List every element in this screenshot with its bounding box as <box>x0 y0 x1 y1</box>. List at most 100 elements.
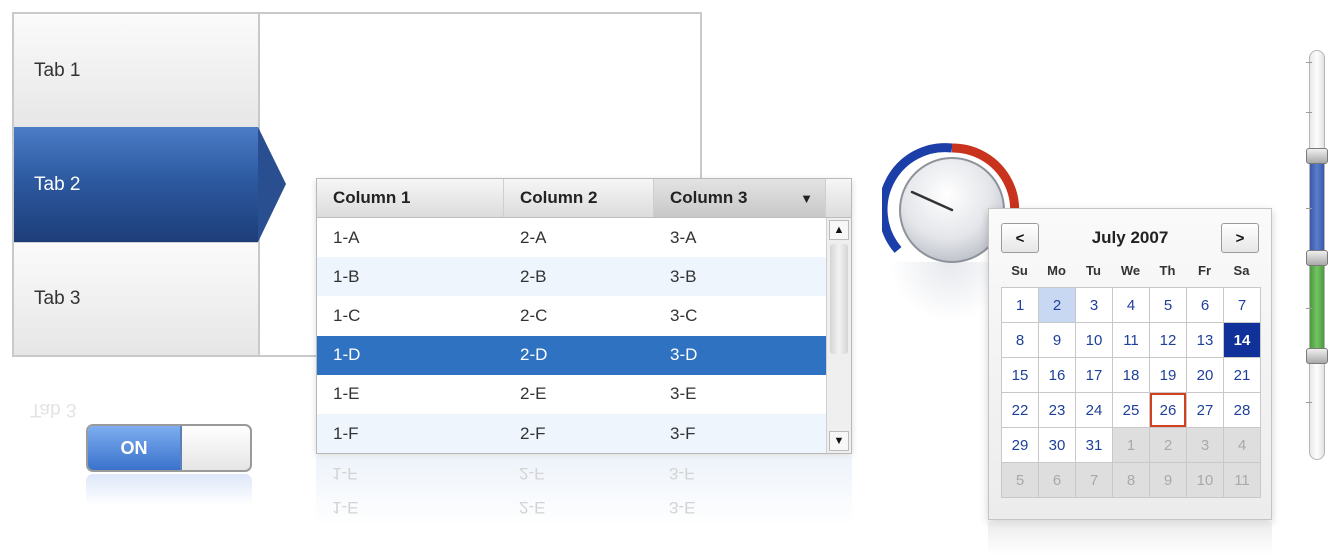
calendar-day[interactable]: 12 <box>1150 323 1187 358</box>
on-off-toggle[interactable]: ON <box>86 424 252 472</box>
toggle-on-label: ON <box>88 426 182 470</box>
calendar-day[interactable]: 5 <box>1150 288 1187 323</box>
calendar-day[interactable]: 4 <box>1113 288 1150 323</box>
calendar-day: 7 <box>1076 463 1113 498</box>
table-cell: 1-C <box>333 305 361 325</box>
table-cell: 2-A <box>520 227 547 247</box>
weekday-label: Mo <box>1047 263 1066 278</box>
scrollbar-thumb[interactable] <box>830 244 848 354</box>
tab-1[interactable]: Tab 1 <box>14 14 258 129</box>
calendar-day: 1 <box>1113 428 1150 463</box>
reflection-cell: 1-F <box>332 464 358 483</box>
column-header-3[interactable]: Column 3 ▼ <box>654 179 826 217</box>
table-row[interactable]: 1-E 2-E 3-E <box>317 375 826 414</box>
calendar-day[interactable]: 28 <box>1224 393 1261 428</box>
reflection-cell: 1-E <box>332 498 359 517</box>
weekday-label: Fr <box>1198 263 1211 278</box>
slider-handle-bottom[interactable] <box>1306 348 1328 364</box>
weekday-label: Sa <box>1233 263 1250 278</box>
calendar-day[interactable]: 16 <box>1039 358 1076 393</box>
calendar-day[interactable]: 17 <box>1076 358 1113 393</box>
calendar-day: 9 <box>1150 463 1187 498</box>
vertical-scrollbar[interactable]: ▲ ▼ <box>826 218 851 453</box>
calendar-day[interactable]: 27 <box>1187 393 1224 428</box>
reflection-cell: 2-E <box>519 498 546 517</box>
calendar: < July 2007 > Su Mo Tu We Th Fr Sa 12345… <box>988 208 1272 520</box>
table-cell: 1-E <box>333 384 360 404</box>
tab-3[interactable]: Tab 3 <box>14 242 258 355</box>
column-header-2[interactable]: Column 2 <box>504 179 654 217</box>
tab-3-label: Tab 3 <box>34 288 81 309</box>
sort-descending-icon[interactable]: ▼ <box>800 191 813 206</box>
calendar-day[interactable]: 21 <box>1224 358 1261 393</box>
slider-tick <box>1306 308 1312 309</box>
next-month-button[interactable]: > <box>1221 223 1259 253</box>
calendar-day[interactable]: 1 <box>1002 288 1039 323</box>
calendar-day[interactable]: 19 <box>1150 358 1187 393</box>
slider-tick <box>1306 402 1312 403</box>
calendar-day[interactable]: 22 <box>1002 393 1039 428</box>
calendar-day: 2 <box>1150 428 1187 463</box>
table-row[interactable]: 1-C 2-C 3-C <box>317 296 826 335</box>
table-row-selected[interactable]: 1-D 2-D 3-D <box>317 335 826 375</box>
slider-handle-middle[interactable] <box>1306 250 1328 266</box>
calendar-day[interactable]: 25 <box>1113 393 1150 428</box>
calendar-day[interactable]: 2 <box>1039 288 1076 323</box>
calendar-day: 10 <box>1187 463 1224 498</box>
tab-2[interactable]: Tab 2 <box>14 127 286 242</box>
calendar-day[interactable]: 24 <box>1076 393 1113 428</box>
slider-tick <box>1306 62 1312 63</box>
calendar-day[interactable]: 31 <box>1076 428 1113 463</box>
table-row[interactable]: 1-A 2-A 3-A <box>317 218 826 257</box>
table-cell: 1-A <box>333 227 360 247</box>
scroll-down-arrow-icon[interactable]: ▼ <box>829 431 849 451</box>
table-row[interactable]: 1-B 2-B 3-B <box>317 257 826 297</box>
grid-header: Column 1 Column 2 Column 3 ▼ <box>317 179 851 218</box>
calendar-day[interactable]: 6 <box>1187 288 1224 323</box>
table-cell: 3-E <box>670 384 697 404</box>
calendar-day[interactable]: 8 <box>1002 323 1039 358</box>
calendar-day[interactable]: 20 <box>1187 358 1224 393</box>
calendar-day: 3 <box>1187 428 1224 463</box>
slider-range-green <box>1310 264 1324 356</box>
table-cell: 1-F <box>333 423 359 443</box>
tab-reflection: Tab 3 <box>30 399 77 420</box>
table-cell: 1-D <box>333 345 361 365</box>
column-header-3-label: Column 3 <box>670 188 748 207</box>
calendar-day[interactable]: 23 <box>1039 393 1076 428</box>
slider-handle-top[interactable] <box>1306 148 1328 164</box>
table-cell: 3-C <box>670 305 698 325</box>
grid-body: 1-A 2-A 3-A 1-B 2-B 3-B 1-C 2-C 3-C 1-D … <box>317 218 826 454</box>
calendar-day[interactable]: 14 <box>1224 323 1261 358</box>
calendar-day[interactable]: 9 <box>1039 323 1076 358</box>
vertical-range-slider[interactable] <box>1306 50 1328 460</box>
calendar-day[interactable]: 15 <box>1002 358 1039 393</box>
column-header-1[interactable]: Column 1 <box>317 179 504 217</box>
calendar-day[interactable]: 7 <box>1224 288 1261 323</box>
prev-month-button[interactable]: < <box>1001 223 1039 253</box>
calendar-day[interactable]: 26 <box>1150 393 1187 428</box>
calendar-day[interactable]: 30 <box>1039 428 1076 463</box>
toggle-reflection <box>86 474 252 506</box>
calendar-day[interactable]: 29 <box>1002 428 1039 463</box>
table-row[interactable]: 1-F 2-F 3-F <box>317 413 826 454</box>
table-cell: 3-D <box>670 345 698 365</box>
reflection-cell: 3-E <box>669 498 696 517</box>
tab-strip: Tab 1 Tab 2 Tab 3 <box>14 14 286 355</box>
calendar-day[interactable]: 3 <box>1076 288 1113 323</box>
calendar-day[interactable]: 11 <box>1113 323 1150 358</box>
table-cell: 3-B <box>670 266 697 286</box>
scroll-up-arrow-icon[interactable]: ▲ <box>829 220 849 240</box>
calendar-day[interactable]: 13 <box>1187 323 1224 358</box>
table-cell: 3-A <box>670 227 697 247</box>
slider-range-blue <box>1310 158 1324 254</box>
calendar-month-title: July 2007 <box>1091 228 1169 247</box>
calendar-reflection <box>988 522 1272 556</box>
calendar-day: 6 <box>1039 463 1076 498</box>
weekday-label: Tu <box>1086 263 1101 278</box>
table-cell: 3-F <box>670 423 696 443</box>
weekday-label: Su <box>1011 263 1028 278</box>
calendar-day[interactable]: 10 <box>1076 323 1113 358</box>
calendar-day[interactable]: 18 <box>1113 358 1150 393</box>
table-cell: 2-F <box>520 423 546 443</box>
